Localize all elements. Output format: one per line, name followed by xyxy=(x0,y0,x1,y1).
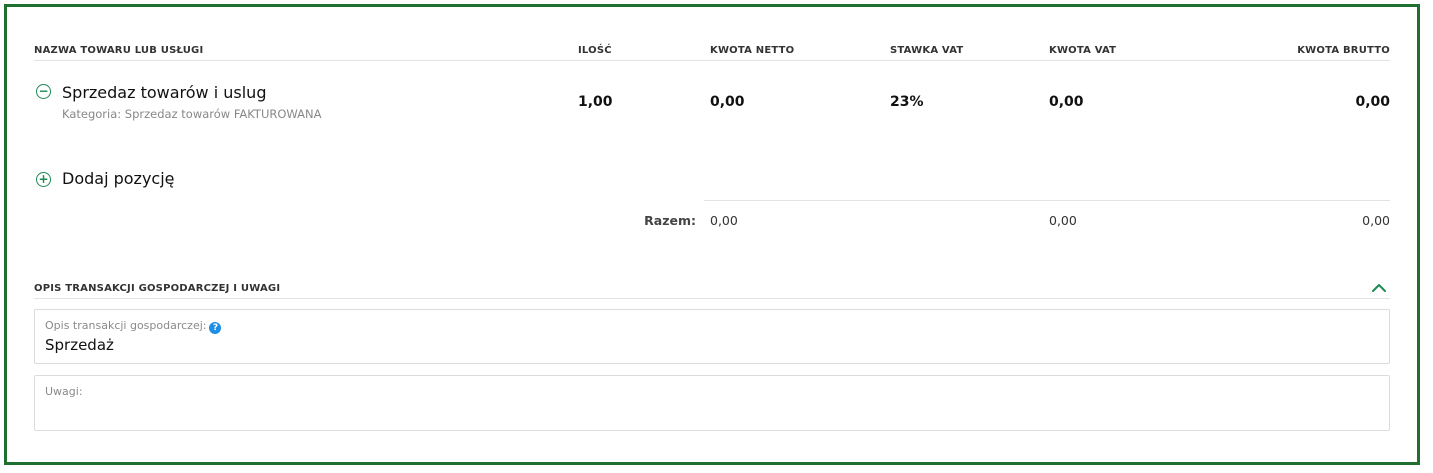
header-name: NAZWA TOWARU LUB USŁUGI xyxy=(34,45,204,56)
item-vat-rate: 23% xyxy=(890,94,924,110)
table-header: NAZWA TOWARU LUB USŁUGI ILOŚĆ KWOTA NETT… xyxy=(7,45,1417,59)
transaction-description-value[interactable]: Sprzedaż xyxy=(45,336,114,354)
item-vat-amount: 0,00 xyxy=(1049,94,1084,110)
item-quantity: 1,00 xyxy=(578,94,613,110)
invoice-items-panel: NAZWA TOWARU LUB USŁUGI ILOŚĆ KWOTA NETT… xyxy=(4,4,1420,465)
transaction-description-label: Opis transakcji gospodarczej:? xyxy=(45,319,222,334)
totals-gross: 0,00 xyxy=(1362,213,1390,228)
totals-divider xyxy=(704,200,1390,201)
item-gross: 0,00 xyxy=(1355,94,1390,110)
notes-label: Uwagi: xyxy=(45,385,83,398)
transaction-description-field[interactable]: Opis transakcji gospodarczej:? Sprzedaż xyxy=(34,309,1390,364)
header-divider xyxy=(34,60,1390,61)
item-net: 0,00 xyxy=(710,94,745,110)
notes-field[interactable]: Uwagi: xyxy=(34,375,1390,431)
add-item-label: Dodaj pozycję xyxy=(62,169,175,188)
question-circle-icon[interactable]: ? xyxy=(209,322,222,334)
header-gross: KWOTA BRUTTO xyxy=(1297,45,1390,56)
item-category: Kategoria: Sprzedaz towarów FAKTUROWANA xyxy=(62,107,322,121)
chevron-up-icon[interactable] xyxy=(1371,281,1387,295)
totals-vat-amount: 0,00 xyxy=(1049,213,1077,228)
section-divider xyxy=(34,298,1390,299)
transaction-description-label-text: Opis transakcji gospodarczej: xyxy=(45,319,207,332)
plus-circle-icon[interactable]: + xyxy=(36,172,51,187)
header-vat-amount: KWOTA VAT xyxy=(1049,45,1117,56)
totals-row: Razem: 0,00 0,00 0,00 xyxy=(7,211,1417,229)
table-row: − Sprzedaz towarów i uslug Kategoria: Sp… xyxy=(7,81,1417,129)
header-quantity: ILOŚĆ xyxy=(578,45,612,56)
header-net: KWOTA NETTO xyxy=(710,45,795,56)
minus-circle-icon[interactable]: − xyxy=(36,84,51,99)
add-item-button[interactable]: + Dodaj pozycję xyxy=(7,169,1417,191)
totals-net: 0,00 xyxy=(710,213,738,228)
section-title: OPIS TRANSAKCJI GOSPODARCZEJ I UWAGI xyxy=(34,283,281,294)
item-name: Sprzedaz towarów i uslug xyxy=(62,83,267,102)
totals-label: Razem: xyxy=(644,213,696,228)
header-vat-rate: STAWKA VAT xyxy=(890,45,964,56)
